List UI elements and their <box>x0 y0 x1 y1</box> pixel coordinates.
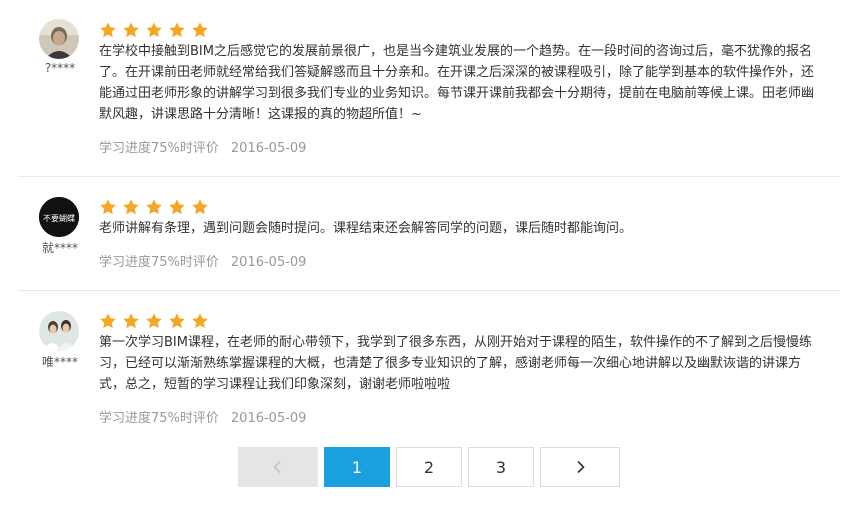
rating-stars <box>99 198 209 216</box>
rating-stars <box>99 21 209 39</box>
reviewer-name: 就**** <box>41 241 78 255</box>
page-button-2[interactable]: 2 <box>396 447 462 487</box>
progress-label: 学习进度75%时评价 <box>99 411 219 426</box>
chevron-right-icon <box>577 460 585 474</box>
review-date: 2016-05-09 <box>230 141 307 156</box>
reviewer-name: 唯**** <box>41 355 78 369</box>
star-icon <box>192 199 208 215</box>
divider <box>18 176 840 177</box>
divider <box>18 290 840 291</box>
star-icon <box>100 22 116 38</box>
next-page-button[interactable] <box>540 447 620 487</box>
page-button-3[interactable]: 3 <box>468 447 534 487</box>
page-number: 1 <box>351 457 363 477</box>
star-icon <box>192 22 208 38</box>
review-date: 2016-05-09 <box>230 255 307 270</box>
review-meta: 学习进度75%时评价 2016-05-09 <box>99 137 306 156</box>
star-icon <box>146 199 162 215</box>
page-number: 3 <box>495 457 507 477</box>
page-button-1[interactable]: 1 <box>324 447 390 487</box>
star-icon <box>146 22 162 38</box>
reviewer-name: ?**** <box>44 61 76 75</box>
prev-page-button[interactable] <box>238 447 318 487</box>
star-icon <box>146 313 162 329</box>
star-icon <box>123 22 139 38</box>
avatar[interactable]: 不要蝴蝶 <box>39 197 79 237</box>
review-date: 2016-05-09 <box>230 411 307 426</box>
review-meta: 学习进度75%时评价 2016-05-09 <box>99 251 306 270</box>
star-icon <box>100 199 116 215</box>
svg-text:不要蝴蝶: 不要蝴蝶 <box>43 213 75 223</box>
reviews-panel: ?**** 在学校中接触到BIM之后感觉它的发展前景很广，也是当今建筑业发展的一… <box>0 0 863 511</box>
star-icon <box>169 199 185 215</box>
star-icon <box>123 199 139 215</box>
star-icon <box>192 313 208 329</box>
star-icon <box>169 22 185 38</box>
review-text: 在学校中接触到BIM之后感觉它的发展前景很广，也是当今建筑业发展的一个趋势。在一… <box>99 44 815 122</box>
star-icon <box>169 313 185 329</box>
avatar[interactable] <box>39 311 79 351</box>
review-text: 老师讲解有条理，遇到问题会随时提问。课程结束还会解答同学的问题，课后随时都能询问… <box>99 221 633 236</box>
progress-label: 学习进度75%时评价 <box>99 141 219 156</box>
star-icon <box>100 313 116 329</box>
page-number: 2 <box>423 457 435 477</box>
review-meta: 学习进度75%时评价 2016-05-09 <box>99 407 306 426</box>
star-icon <box>123 313 139 329</box>
rating-stars <box>99 312 209 330</box>
review-text: 第一次学习BIM课程，在老师的耐心带领下，我学到了很多东西，从刚开始对于课程的陌… <box>99 335 812 392</box>
avatar[interactable] <box>39 19 79 59</box>
progress-label: 学习进度75%时评价 <box>99 255 219 270</box>
chevron-left-icon <box>273 460 281 474</box>
